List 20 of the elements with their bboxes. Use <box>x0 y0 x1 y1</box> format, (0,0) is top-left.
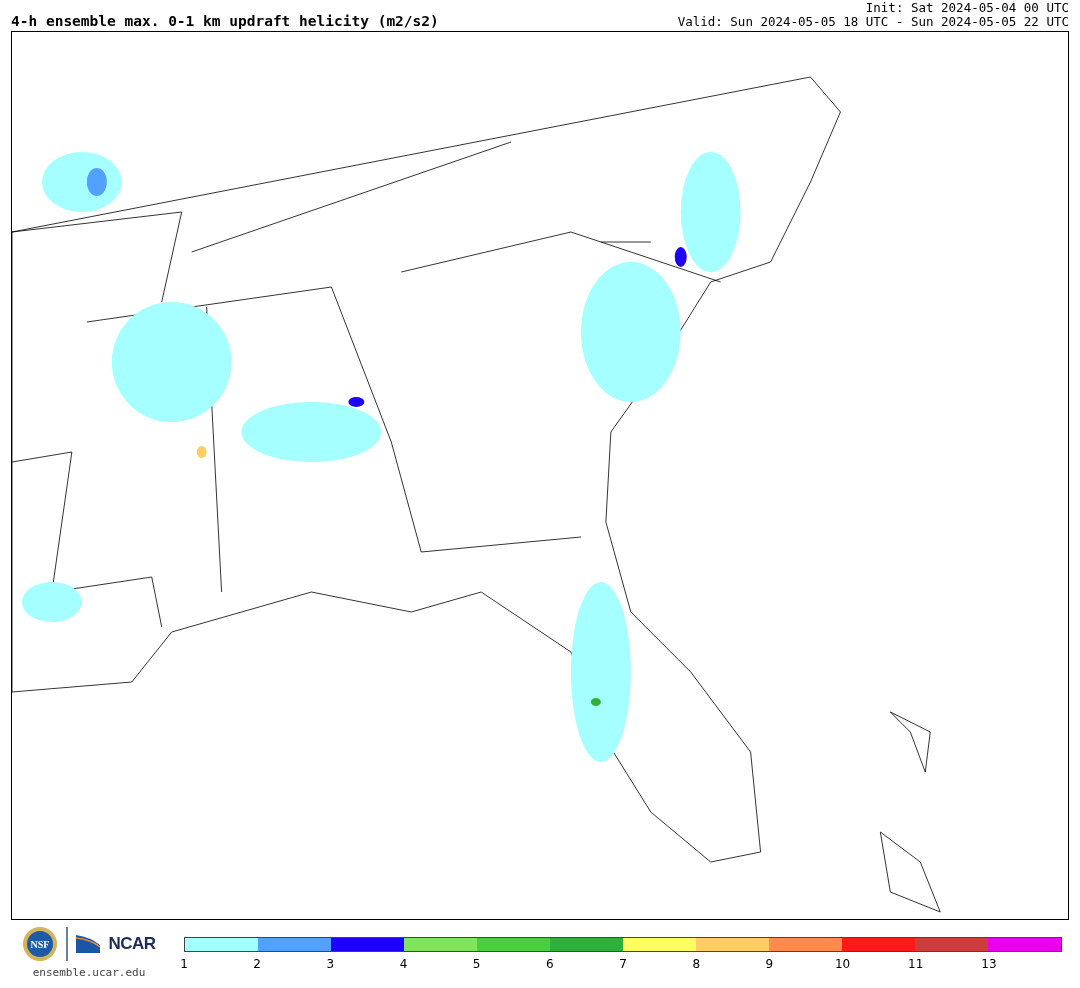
ncar-logo: NCAR <box>108 934 156 954</box>
tick-label: 5 <box>472 957 481 971</box>
tick-label: 13 <box>981 957 997 971</box>
tick-label: 4 <box>399 957 408 971</box>
tick-label: 1 <box>180 957 188 971</box>
valid-time: Valid: Sun 2024-05-05 18 UTC - Sun 2024-05-05 22 UTC <box>677 15 1069 29</box>
ncar-logo-icon <box>76 935 101 953</box>
tick-label: 3 <box>326 957 335 971</box>
divider-line <box>66 927 69 961</box>
tick-label: 9 <box>765 957 774 971</box>
init-time: Init: Sat 2024-05-04 00 UTC <box>865 1 1069 15</box>
tick-label: 6 <box>546 957 554 971</box>
tick-label: 7 <box>619 957 627 971</box>
tick-label: 8 <box>692 957 700 971</box>
tick-label: 2 <box>253 957 261 971</box>
chart-title: 4-h ensemble max. 0-1 km updraft helicity (m2/s2) <box>11 13 439 29</box>
nsf-logo: NSF <box>22 926 59 962</box>
tick-label: 11 <box>908 957 924 971</box>
tick-label: 10 <box>834 957 851 971</box>
site-url: ensemble.ucar.edu <box>32 966 146 979</box>
